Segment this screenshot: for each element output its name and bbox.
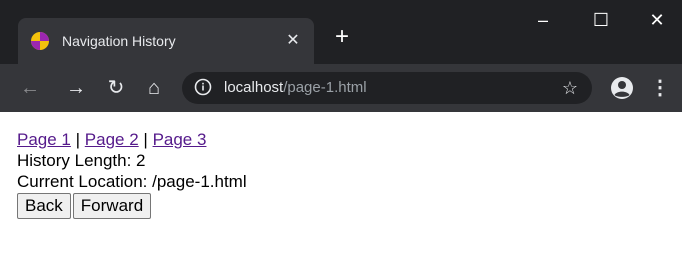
favicon-icon (31, 32, 49, 50)
current-location-text: Current Location: /page-1.html (17, 172, 247, 191)
close-window-button[interactable]: ✕ (628, 0, 682, 40)
maximize-button[interactable]: ☐ (572, 0, 630, 40)
new-tab-button[interactable]: + (328, 23, 356, 51)
home-icon[interactable]: ⌂ (140, 74, 168, 102)
tab-close-icon[interactable]: ✕ (282, 30, 304, 52)
browser-toolbar: ← → ↻ ⌂ localhost/page-1.html ☆ ⋮ (0, 64, 682, 112)
forward-button[interactable]: Forward (72, 193, 152, 219)
active-tab[interactable]: Navigation History ✕ (18, 18, 314, 64)
page-links: Page 1 | Page 2 | Page 3 (17, 129, 247, 150)
reload-icon[interactable]: ↻ (102, 74, 130, 102)
link-page-2[interactable]: Page 2 (85, 130, 139, 149)
page-content: Page 1 | Page 2 | Page 3 History Length:… (17, 129, 247, 219)
address-bar[interactable]: localhost/page-1.html ☆ (182, 72, 592, 104)
url-text[interactable]: localhost/page-1.html (224, 78, 367, 98)
tab-strip: Navigation History ✕ + – ☐ ✕ (0, 0, 682, 64)
tab-title: Navigation History (62, 33, 176, 49)
url-path: /page-1.html (283, 79, 367, 96)
profile-icon[interactable] (610, 76, 634, 100)
back-arrow-icon[interactable]: ← (16, 74, 44, 102)
link-page-3[interactable]: Page 3 (153, 130, 207, 149)
browser-window: Navigation History ✕ + – ☐ ✕ ← → ↻ ⌂ loc… (0, 0, 682, 262)
history-buttons: Back Forward (17, 193, 247, 219)
history-length-text: History Length: 2 (17, 151, 146, 170)
page-viewport: Page 1 | Page 2 | Page 3 History Length:… (0, 112, 682, 262)
url-host: localhost (224, 79, 284, 96)
info-icon[interactable] (194, 78, 212, 96)
link-separator: | (75, 130, 81, 149)
star-icon[interactable]: ☆ (560, 77, 580, 98)
link-page-1[interactable]: Page 1 (17, 130, 71, 149)
minimize-button[interactable]: – (514, 0, 572, 40)
forward-arrow-icon[interactable]: → (62, 74, 90, 102)
menu-icon[interactable]: ⋮ (650, 76, 670, 100)
back-button[interactable]: Back (17, 193, 71, 219)
link-separator: | (143, 130, 148, 149)
